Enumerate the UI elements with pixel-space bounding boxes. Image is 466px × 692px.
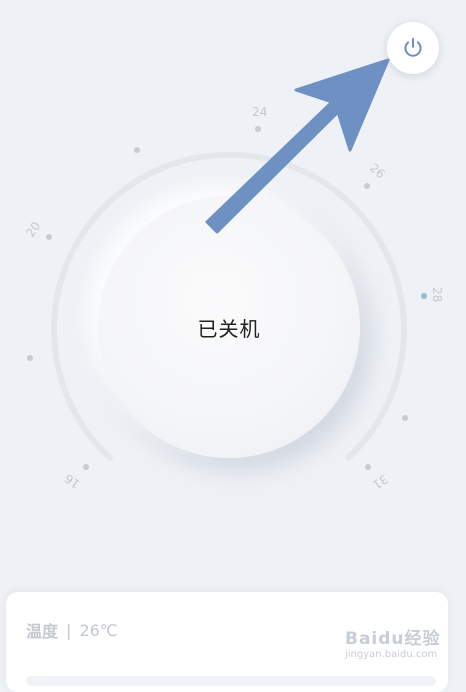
tick-dot — [365, 464, 371, 470]
watermark-text: Baidu经验 — [345, 629, 441, 649]
watermark-url: jingyan.baidu.com — [345, 649, 438, 660]
temperature-row: 温度 | 26℃ — [26, 618, 118, 642]
tick-dot — [83, 464, 89, 470]
power-button[interactable] — [387, 22, 439, 74]
temperature-separator: | — [66, 620, 72, 640]
tick-dot — [134, 147, 140, 153]
tick-label-28: 28 — [430, 287, 444, 302]
tick-label-24: 24 — [252, 105, 267, 119]
temperature-label: 温度 — [26, 622, 59, 641]
tick-label-20: 20 — [23, 219, 43, 240]
power-status-label: 已关机 — [197, 316, 261, 341]
tick-dot — [421, 293, 427, 299]
power-status-knob[interactable]: 已关机 — [98, 196, 360, 458]
tick-dot — [402, 415, 408, 421]
temperature-value: 26℃ — [79, 620, 118, 640]
tick-dot — [364, 183, 370, 189]
power-icon — [404, 37, 422, 57]
tick-label-26: 26 — [367, 161, 388, 182]
temperature-slider[interactable] — [26, 676, 436, 686]
thermostat-screen: 20 24 26 28 16 31 已关机 温度 | 26℃ Baidu经验 j… — [0, 0, 466, 692]
tick-label-31: 31 — [370, 472, 391, 492]
tick-dot — [27, 355, 33, 361]
watermark: Baidu经验 jingyan.baidu.com — [345, 624, 445, 668]
tick-dot — [255, 126, 261, 132]
tick-dot — [46, 234, 52, 240]
tick-label-16: 16 — [62, 471, 83, 491]
